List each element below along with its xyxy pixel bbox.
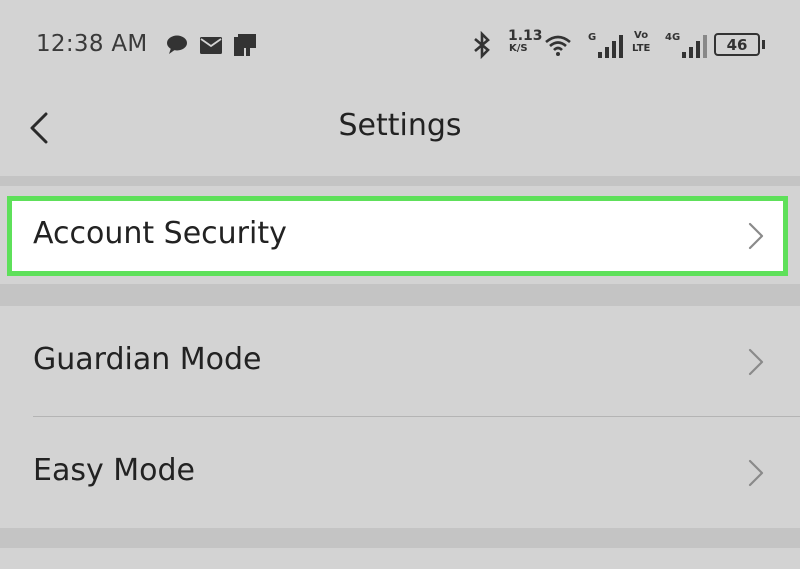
volte-top-label: Vo — [634, 30, 649, 41]
chevron-right-icon — [748, 459, 764, 487]
status-bar: 12:38 AM 1.13 K/S G Vo LTE 4G 46 — [0, 0, 800, 88]
net-speed-unit: K/S — [509, 43, 528, 54]
header: Settings — [0, 88, 800, 176]
wifi-icon — [544, 34, 572, 60]
chevron-right-icon — [748, 348, 764, 376]
signal-bars-1-icon — [598, 34, 624, 62]
settings-item-label: Account Security — [33, 216, 287, 251]
signal-bars-2-icon — [682, 34, 708, 62]
status-time: 12:38 AM — [36, 31, 148, 57]
signal-2-label: 4G — [665, 32, 681, 43]
bluetooth-icon — [472, 30, 492, 63]
settings-group-next — [0, 548, 800, 569]
chevron-right-icon — [748, 222, 764, 250]
settings-group-modes: Guardian Mode Easy Mode — [0, 306, 800, 528]
notification-icons — [166, 34, 258, 60]
net-speed-value: 1.13 — [508, 28, 543, 44]
settings-item-label: Guardian Mode — [33, 342, 262, 377]
volte-bottom-label: LTE — [632, 43, 651, 54]
settings-item-account-security[interactable]: Account Security — [0, 196, 800, 276]
battery-level: 46 — [726, 35, 748, 54]
battery-cap — [762, 40, 765, 49]
mail-icon — [200, 36, 222, 58]
battery-icon: 46 — [714, 33, 760, 56]
chat-bubble-icon — [166, 35, 188, 59]
settings-item-easy-mode[interactable]: Easy Mode — [0, 417, 800, 528]
page-title: Settings — [338, 108, 462, 143]
settings-group-account: Account Security — [0, 186, 800, 284]
settings-item-label: Easy Mode — [33, 453, 195, 488]
signal-1-label: G — [588, 32, 597, 43]
clipboard-icon — [234, 34, 258, 60]
settings-item-guardian-mode[interactable]: Guardian Mode — [0, 306, 800, 417]
